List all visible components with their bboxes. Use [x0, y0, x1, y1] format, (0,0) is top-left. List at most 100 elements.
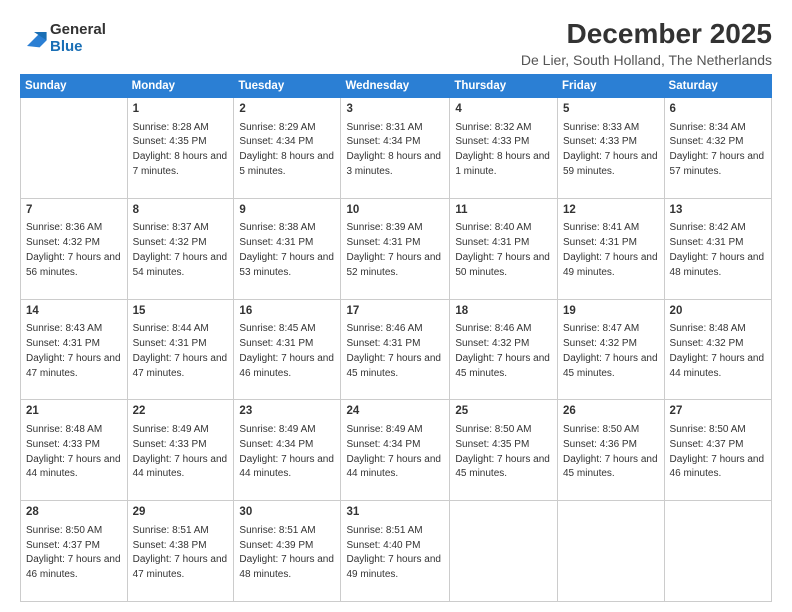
table-row: 8Sunrise: 8:37 AMSunset: 4:32 PMDaylight…: [127, 198, 234, 299]
table-row: [450, 501, 558, 602]
day-number: 24: [346, 404, 444, 420]
calendar-header-row: Sunday Monday Tuesday Wednesday Thursday…: [21, 75, 772, 98]
calendar-week-2: 7 Sunrise: 8:36 AMSunset: 4:32 PMDaylight…: [21, 198, 772, 299]
cell-text: Sunrise: 8:45 AMSunset: 4:31 PMDaylight:…: [239, 323, 334, 378]
calendar-week-3: 14 Sunrise: 8:43 AMSunset: 4:31 PMDayligh…: [21, 299, 772, 400]
cell-text: Sunrise: 8:50 AMSunset: 4:36 PMDaylight:…: [563, 424, 658, 479]
table-row: 26 Sunrise: 8:50 AMSunset: 4:36 PMDayligh…: [558, 400, 665, 501]
cell-text: Sunrise: 8:34 AMSunset: 4:32 PMDaylight:…: [670, 122, 765, 177]
day-number: 14: [26, 304, 122, 320]
cell-text: Sunrise: 8:50 AMSunset: 4:35 PMDaylight:…: [455, 424, 550, 479]
cell-text: Sunrise: 8:47 AMSunset: 4:32 PMDaylight:…: [563, 323, 658, 378]
day-number: 19: [563, 304, 659, 320]
main-title: December 2025: [521, 18, 772, 50]
day-number: 5: [563, 102, 659, 118]
cell-text: Sunrise: 8:51 AMSunset: 4:39 PMDaylight:…: [239, 525, 334, 580]
calendar-table: Sunday Monday Tuesday Wednesday Thursday…: [20, 74, 772, 602]
header-sunday: Sunday: [21, 75, 128, 98]
table-row: 23 Sunrise: 8:49 AMSunset: 4:34 PMDayligh…: [234, 400, 341, 501]
cell-text: Sunrise: 8:50 AMSunset: 4:37 PMDaylight:…: [26, 525, 121, 580]
day-number: 20: [670, 304, 766, 320]
day-number: 6: [670, 102, 766, 118]
calendar-week-1: 1Sunrise: 8:28 AMSunset: 4:35 PMDaylight…: [21, 98, 772, 199]
logo-blue-text: Blue: [50, 39, 106, 56]
day-number: 29: [133, 505, 229, 521]
day-number: 18: [455, 304, 552, 320]
day-number: 10: [346, 203, 444, 219]
header-friday: Friday: [558, 75, 665, 98]
page: General Blue December 2025 De Lier, Sout…: [0, 0, 792, 612]
day-number: 25: [455, 404, 552, 420]
table-row: 28 Sunrise: 8:50 AMSunset: 4:37 PMDayligh…: [21, 501, 128, 602]
table-row: 21Sunrise: 8:48 AMSunset: 4:33 PMDayligh…: [21, 400, 128, 501]
day-number: 12: [563, 203, 659, 219]
header-tuesday: Tuesday: [234, 75, 341, 98]
day-number: 7: [26, 203, 122, 219]
table-row: 12 Sunrise: 8:41 AMSunset: 4:31 PMDayligh…: [558, 198, 665, 299]
cell-text: Sunrise: 8:32 AMSunset: 4:33 PMDaylight:…: [455, 122, 550, 177]
table-row: 18 Sunrise: 8:46 AMSunset: 4:32 PMDayligh…: [450, 299, 558, 400]
table-row: 16 Sunrise: 8:45 AMSunset: 4:31 PMDayligh…: [234, 299, 341, 400]
table-row: [664, 501, 771, 602]
table-row: [21, 98, 128, 199]
table-row: 27Sunrise: 8:50 AMSunset: 4:37 PMDayligh…: [664, 400, 771, 501]
cell-text: Sunrise: 8:49 AMSunset: 4:34 PMDaylight:…: [346, 424, 441, 479]
day-number: 31: [346, 505, 444, 521]
cell-text: Sunrise: 8:48 AMSunset: 4:32 PMDaylight:…: [670, 323, 765, 378]
day-number: 17: [346, 304, 444, 320]
subtitle: De Lier, South Holland, The Netherlands: [521, 52, 772, 68]
day-number: 23: [239, 404, 335, 420]
table-row: 3Sunrise: 8:31 AMSunset: 4:34 PMDaylight…: [341, 98, 450, 199]
day-number: 28: [26, 505, 122, 521]
cell-text: Sunrise: 8:50 AMSunset: 4:37 PMDaylight:…: [670, 424, 765, 479]
cell-text: Sunrise: 8:38 AMSunset: 4:31 PMDaylight:…: [239, 222, 334, 277]
day-number: 26: [563, 404, 659, 420]
header: General Blue December 2025 De Lier, Sout…: [20, 18, 772, 68]
table-row: 29 Sunrise: 8:51 AMSunset: 4:38 PMDayligh…: [127, 501, 234, 602]
table-row: 14 Sunrise: 8:43 AMSunset: 4:31 PMDayligh…: [21, 299, 128, 400]
table-row: 4Sunrise: 8:32 AMSunset: 4:33 PMDaylight…: [450, 98, 558, 199]
cell-text: Sunrise: 8:42 AMSunset: 4:31 PMDaylight:…: [670, 222, 765, 277]
logo-icon: [20, 25, 48, 53]
cell-text: Sunrise: 8:41 AMSunset: 4:31 PMDaylight:…: [563, 222, 658, 277]
table-row: [558, 501, 665, 602]
cell-text: Sunrise: 8:43 AMSunset: 4:31 PMDaylight:…: [26, 323, 121, 378]
calendar-week-4: 21Sunrise: 8:48 AMSunset: 4:33 PMDayligh…: [21, 400, 772, 501]
day-number: 13: [670, 203, 766, 219]
table-row: 10 Sunrise: 8:39 AMSunset: 4:31 PMDayligh…: [341, 198, 450, 299]
logo-general-text: General: [50, 22, 106, 39]
table-row: 9Sunrise: 8:38 AMSunset: 4:31 PMDaylight…: [234, 198, 341, 299]
logo: General Blue: [20, 22, 106, 55]
header-wednesday: Wednesday: [341, 75, 450, 98]
cell-text: Sunrise: 8:33 AMSunset: 4:33 PMDaylight:…: [563, 122, 658, 177]
cell-text: Sunrise: 8:39 AMSunset: 4:31 PMDaylight:…: [346, 222, 441, 277]
cell-text: Sunrise: 8:36 AMSunset: 4:32 PMDaylight:…: [26, 222, 121, 277]
table-row: 22 Sunrise: 8:49 AMSunset: 4:33 PMDayligh…: [127, 400, 234, 501]
table-row: 17Sunrise: 8:46 AMSunset: 4:31 PMDayligh…: [341, 299, 450, 400]
table-row: 5 Sunrise: 8:33 AMSunset: 4:33 PMDaylight…: [558, 98, 665, 199]
title-block: December 2025 De Lier, South Holland, Th…: [521, 18, 772, 68]
header-monday: Monday: [127, 75, 234, 98]
cell-text: Sunrise: 8:31 AMSunset: 4:34 PMDaylight:…: [346, 122, 441, 177]
calendar-week-5: 28 Sunrise: 8:50 AMSunset: 4:37 PMDayligh…: [21, 501, 772, 602]
table-row: 7 Sunrise: 8:36 AMSunset: 4:32 PMDaylight…: [21, 198, 128, 299]
header-saturday: Saturday: [664, 75, 771, 98]
cell-text: Sunrise: 8:49 AMSunset: 4:34 PMDaylight:…: [239, 424, 334, 479]
table-row: 24 Sunrise: 8:49 AMSunset: 4:34 PMDayligh…: [341, 400, 450, 501]
day-number: 15: [133, 304, 229, 320]
day-number: 30: [239, 505, 335, 521]
cell-text: Sunrise: 8:51 AMSunset: 4:38 PMDaylight:…: [133, 525, 228, 580]
cell-text: Sunrise: 8:29 AMSunset: 4:34 PMDaylight:…: [239, 122, 334, 177]
cell-text: Sunrise: 8:49 AMSunset: 4:33 PMDaylight:…: [133, 424, 228, 479]
day-number: 11: [455, 203, 552, 219]
table-row: 6 Sunrise: 8:34 AMSunset: 4:32 PMDaylight…: [664, 98, 771, 199]
day-number: 21: [26, 404, 122, 420]
table-row: 11Sunrise: 8:40 AMSunset: 4:31 PMDayligh…: [450, 198, 558, 299]
day-number: 8: [133, 203, 229, 219]
table-row: 25 Sunrise: 8:50 AMSunset: 4:35 PMDayligh…: [450, 400, 558, 501]
header-thursday: Thursday: [450, 75, 558, 98]
day-number: 16: [239, 304, 335, 320]
cell-text: Sunrise: 8:46 AMSunset: 4:32 PMDaylight:…: [455, 323, 550, 378]
day-number: 22: [133, 404, 229, 420]
table-row: 13 Sunrise: 8:42 AMSunset: 4:31 PMDayligh…: [664, 198, 771, 299]
